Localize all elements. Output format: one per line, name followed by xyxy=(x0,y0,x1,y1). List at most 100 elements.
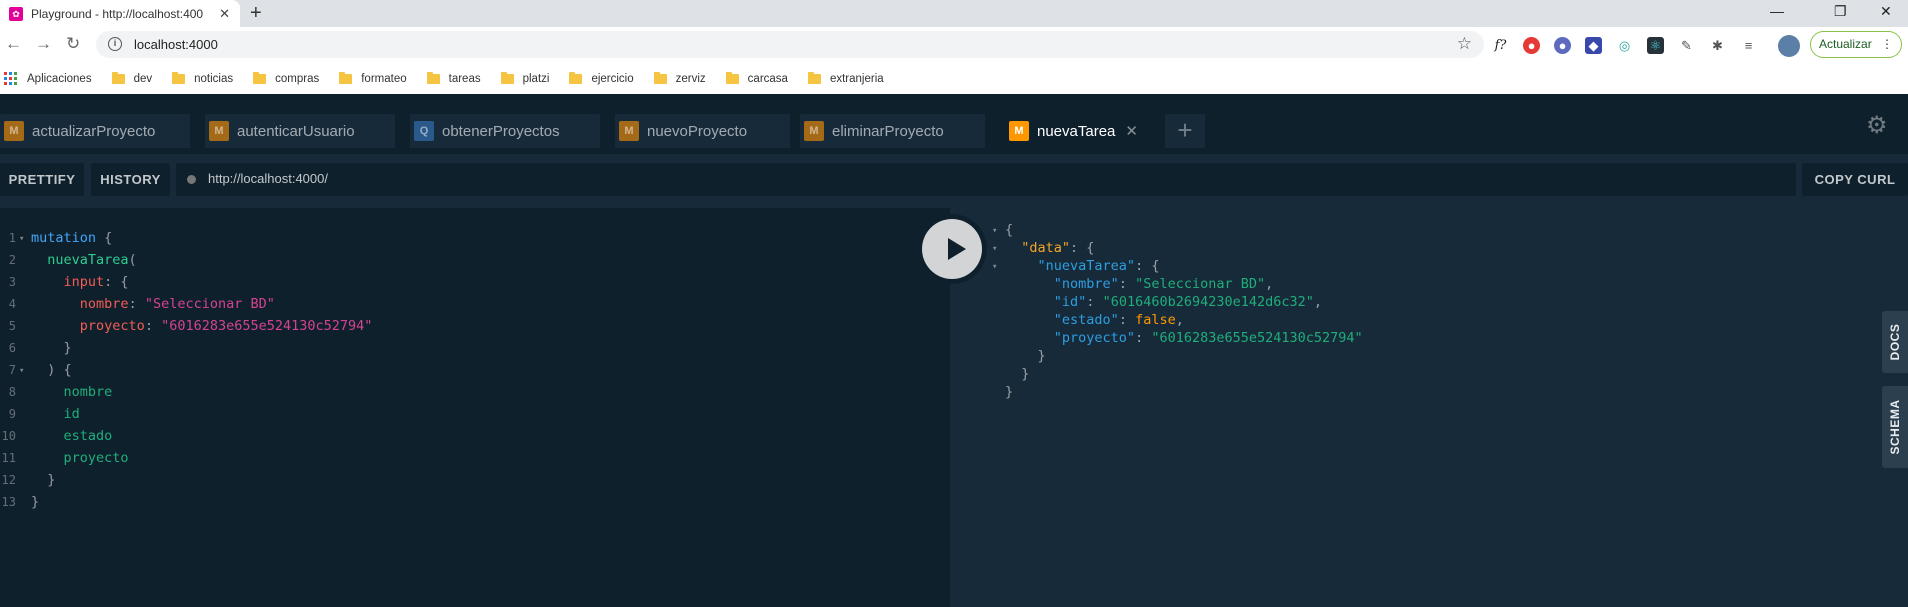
tab-label: autenticarUsuario xyxy=(237,122,355,140)
site-info-icon[interactable]: i xyxy=(108,37,122,51)
line-number: 6 xyxy=(8,341,16,355)
tab-eliminar-proyecto[interactable]: M eliminarProyecto xyxy=(800,114,985,148)
new-tab-icon[interactable]: + xyxy=(250,2,262,25)
line-number: 12 xyxy=(1,473,16,487)
update-button[interactable]: Actualizar ⋮ xyxy=(1810,31,1902,58)
bookmark-label: dev xyxy=(133,72,153,85)
settings-gear-icon[interactable]: ⚙ xyxy=(1866,111,1888,140)
react-devtools-icon[interactable]: ⚛ xyxy=(1647,37,1664,54)
estado-value: false xyxy=(1135,312,1176,328)
copy-curl-button[interactable]: COPY CURL xyxy=(1802,163,1908,196)
media-queue-icon[interactable]: ≡ xyxy=(1740,37,1757,54)
query-editor[interactable]: 1 2 3 4 5 6 7 8 9 10 11 12 13 ▾ ▾ mutati… xyxy=(0,208,950,607)
mutation-badge: M xyxy=(804,121,824,141)
fold-arrow-icon[interactable]: ▾ xyxy=(19,234,24,244)
playground-toolbar: PRETTIFY HISTORY http://localhost:4000/ … xyxy=(0,154,1908,208)
eyedropper-icon[interactable]: ✎ xyxy=(1678,37,1695,54)
playground-tab-bar: M actualizarProyecto M autenticarUsuario… xyxy=(0,94,1908,154)
address-text[interactable]: localhost:4000 xyxy=(134,37,218,52)
tab-autenticar-usuario[interactable]: M autenticarUsuario xyxy=(205,114,395,148)
bookmark-apps[interactable]: Aplicaciones xyxy=(0,72,92,85)
bookmark-folder[interactable]: dev xyxy=(111,71,153,85)
extensions-puzzle-icon[interactable]: ✱ xyxy=(1709,37,1726,54)
schema-tab[interactable]: SCHEMA xyxy=(1882,386,1908,468)
close-tab-icon[interactable]: ✕ xyxy=(219,6,230,22)
code-line: nombre xyxy=(31,381,113,403)
schema-label: SCHEMA xyxy=(1888,399,1902,455)
data-key: "data" xyxy=(1021,240,1071,256)
operation-name: nuevaTarea xyxy=(47,252,129,268)
history-button[interactable]: HISTORY xyxy=(91,163,170,196)
field-id: id xyxy=(63,406,80,422)
code-line: id xyxy=(31,403,80,425)
extension-circle-icon[interactable]: ◎ xyxy=(1616,37,1633,54)
estado-key: "estado" xyxy=(1053,312,1119,328)
input-arg: input xyxy=(63,274,105,290)
code-line: } xyxy=(31,494,40,510)
execute-query-button[interactable] xyxy=(917,214,987,284)
restore-icon[interactable]: ❐ xyxy=(1834,3,1847,20)
extension-badge-icon[interactable]: ◆ xyxy=(1585,37,1602,54)
line-number: 9 xyxy=(8,407,16,421)
tab-nueva-tarea[interactable]: M nuevaTarea ✕ xyxy=(1005,114,1150,148)
bookmark-folder[interactable]: ejercicio xyxy=(569,71,634,85)
nombre-value: "Seleccionar BD" xyxy=(1135,276,1266,292)
mutation-badge: M xyxy=(1009,121,1029,141)
fold-arrow-icon[interactable]: ▾ xyxy=(992,244,997,254)
code-line: nombre: "Seleccionar BD" xyxy=(79,296,275,312)
kebab-menu-icon[interactable]: ⋮ xyxy=(1881,32,1893,57)
folder-icon xyxy=(725,71,739,84)
bookmark-label: compras xyxy=(275,72,320,85)
docs-tab[interactable]: DOCS xyxy=(1882,311,1908,373)
bookmark-star-icon[interactable]: ☆ xyxy=(1457,34,1472,54)
close-window-icon[interactable]: ✕ xyxy=(1880,3,1892,20)
reload-icon[interactable]: ↻ xyxy=(66,34,80,54)
folder-icon xyxy=(500,71,514,84)
code-line: estado xyxy=(31,425,113,447)
endpoint-input[interactable]: http://localhost:4000/ xyxy=(176,163,1796,196)
endpoint-url[interactable]: http://localhost:4000/ xyxy=(208,171,328,186)
bookmark-folder[interactable]: extranjeria xyxy=(807,71,884,85)
bookmark-folder[interactable]: noticias xyxy=(172,71,234,85)
bookmark-folder[interactable]: platzi xyxy=(500,71,549,85)
field-nombre: nombre xyxy=(63,384,113,400)
minimize-icon[interactable]: — xyxy=(1770,3,1784,19)
bookmark-folder[interactable]: carcasa xyxy=(725,71,788,85)
tab-label: nuevoProyecto xyxy=(647,122,748,140)
bookmark-label: noticias xyxy=(194,72,234,85)
fold-arrow-icon[interactable]: ▾ xyxy=(19,366,24,376)
update-label: Actualizar xyxy=(1819,37,1872,51)
mutation-badge: M xyxy=(209,121,229,141)
address-bar[interactable]: i localhost:4000 ☆ xyxy=(96,31,1484,58)
bookmark-folder[interactable]: compras xyxy=(253,71,320,85)
result-line: "proyecto": "6016283e655e524130c52794" xyxy=(1053,330,1363,346)
fold-arrow-icon[interactable]: ▾ xyxy=(992,262,997,272)
formula-extension-icon[interactable]: f? xyxy=(1492,37,1509,54)
mutation-badge: M xyxy=(619,121,639,141)
bookmark-label: tareas xyxy=(448,72,481,85)
back-icon[interactable]: ← xyxy=(5,34,22,54)
tab-actualizar-proyecto[interactable]: M actualizarProyecto xyxy=(0,114,190,148)
close-tab-icon[interactable]: ✕ xyxy=(1125,122,1138,140)
bookmark-label: Aplicaciones xyxy=(27,72,92,85)
adblock-extension-icon[interactable]: ● xyxy=(1523,37,1540,54)
tab-label: actualizarProyecto xyxy=(32,122,156,140)
folder-icon xyxy=(426,71,440,84)
add-tab-icon[interactable]: + xyxy=(1165,114,1205,148)
prettify-button[interactable]: PRETTIFY xyxy=(0,163,84,196)
browser-tab[interactable]: ✿ Playground - http://localhost:400 ✕ xyxy=(0,0,240,27)
tab-nuevo-proyecto[interactable]: M nuevoProyecto xyxy=(615,114,790,148)
forward-icon[interactable]: → xyxy=(35,34,52,54)
bookmark-folder[interactable]: tareas xyxy=(426,71,481,85)
fold-arrow-icon[interactable]: ▾ xyxy=(992,226,997,236)
bookmark-folder[interactable]: formateo xyxy=(339,71,407,85)
tab-obtener-proyectos[interactable]: Q obtenerProyectos xyxy=(410,114,600,148)
avatar[interactable] xyxy=(1778,35,1800,57)
code-line: nuevaTarea( xyxy=(47,252,137,268)
field-estado: estado xyxy=(63,428,113,444)
line-number: 7 xyxy=(8,363,16,377)
id-value: "6016460b2694230e142d6c32" xyxy=(1102,294,1314,310)
folder-icon xyxy=(807,71,821,84)
bookmark-folder[interactable]: zerviz xyxy=(653,71,706,85)
extension-icon[interactable]: ● xyxy=(1554,37,1571,54)
